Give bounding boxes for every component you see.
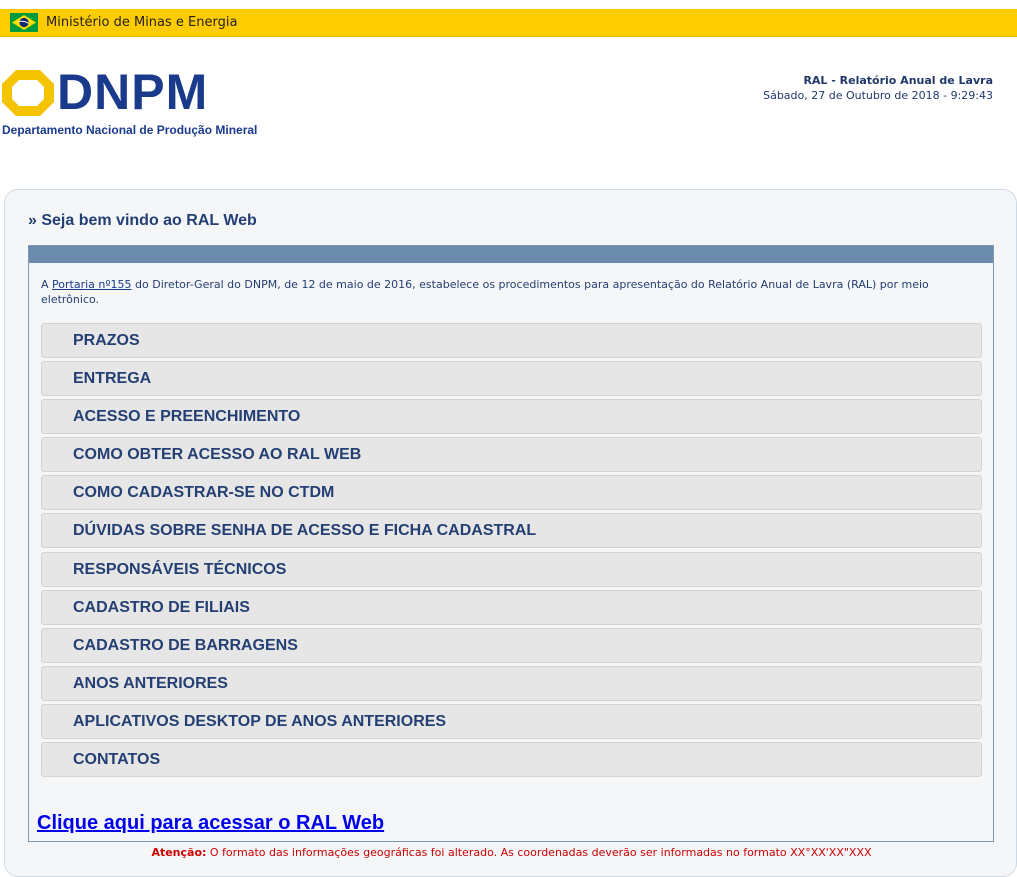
intro-suffix: do Diretor-Geral do DNPM, de 12 de maio … [41,278,929,306]
geo-format-notice: Atenção: O formato das informações geogr… [5,846,1017,859]
logo-subtitle: Departamento Nacional de Produção Minera… [2,123,258,137]
brazil-flag-icon [10,13,38,32]
accordion-item-obter-acesso[interactable]: COMO OBTER ACESSO AO RAL WEB [41,437,982,473]
accordion-item-contatos[interactable]: CONTATOS [41,742,982,778]
header-info: RAL - Relatório Anual de Lavra Sábado, 2… [763,73,993,103]
accordion-item-cadastro-barragens[interactable]: CADASTRO DE BARRAGENS [41,627,982,663]
dnpm-logo-mark [2,70,54,116]
accordion-item-responsaveis-tecnicos[interactable]: RESPONSÁVEIS TÉCNICOS [41,551,982,587]
accordion-item-cadastrar-ctdm[interactable]: COMO CADASTRAR-SE NO CTDM [41,475,982,511]
faq-accordion: PRAZOS ENTREGA ACESSO E PREENCHIMENTO CO… [41,323,982,780]
intro-text: A Portaria nº155 do Diretor-Geral do DNP… [41,277,971,307]
logo-wordmark: DNPM [57,64,209,120]
notice-text: O formato das informações geográficas fo… [206,846,872,859]
notice-label: Atenção: [151,846,207,859]
access-ral-web-link[interactable]: Clique aqui para acessar o RAL Web [37,812,384,835]
welcome-heading: » Seja bem vindo ao RAL Web [28,212,257,229]
accordion-item-acesso-preenchimento[interactable]: ACESSO E PREENCHIMENTO [41,399,982,435]
main-panel: » Seja bem vindo ao RAL Web A Portaria n… [4,189,1017,877]
content-box: A Portaria nº155 do Diretor-Geral do DNP… [28,245,994,842]
accordion-item-cadastro-filiais[interactable]: CADASTRO DE FILIAIS [41,589,982,625]
content-header-bar [29,246,993,263]
dnpm-logo[interactable]: DNPM Departamento Nacional de Produção M… [2,64,262,140]
government-bar: Ministério de Minas e Energia [0,9,1017,37]
current-datetime: Sábado, 27 de Outubro de 2018 - 9:29:43 [763,89,993,102]
system-title: RAL - Relatório Anual de Lavra [803,74,993,87]
accordion-item-aplicativos-desktop[interactable]: APLICATIVOS DESKTOP DE ANOS ANTERIORES [41,703,982,739]
portaria-link[interactable]: Portaria nº155 [52,278,132,291]
accordion-item-anos-anteriores[interactable]: ANOS ANTERIORES [41,665,982,701]
accordion-item-duvidas-senha[interactable]: DÚVIDAS SOBRE SENHA DE ACESSO E FICHA CA… [41,513,982,549]
ministry-link[interactable]: Ministério de Minas e Energia [46,15,237,30]
intro-prefix: A [41,278,53,291]
accordion-item-prazos[interactable]: PRAZOS [41,323,982,358]
accordion-item-entrega[interactable]: ENTREGA [41,361,982,397]
